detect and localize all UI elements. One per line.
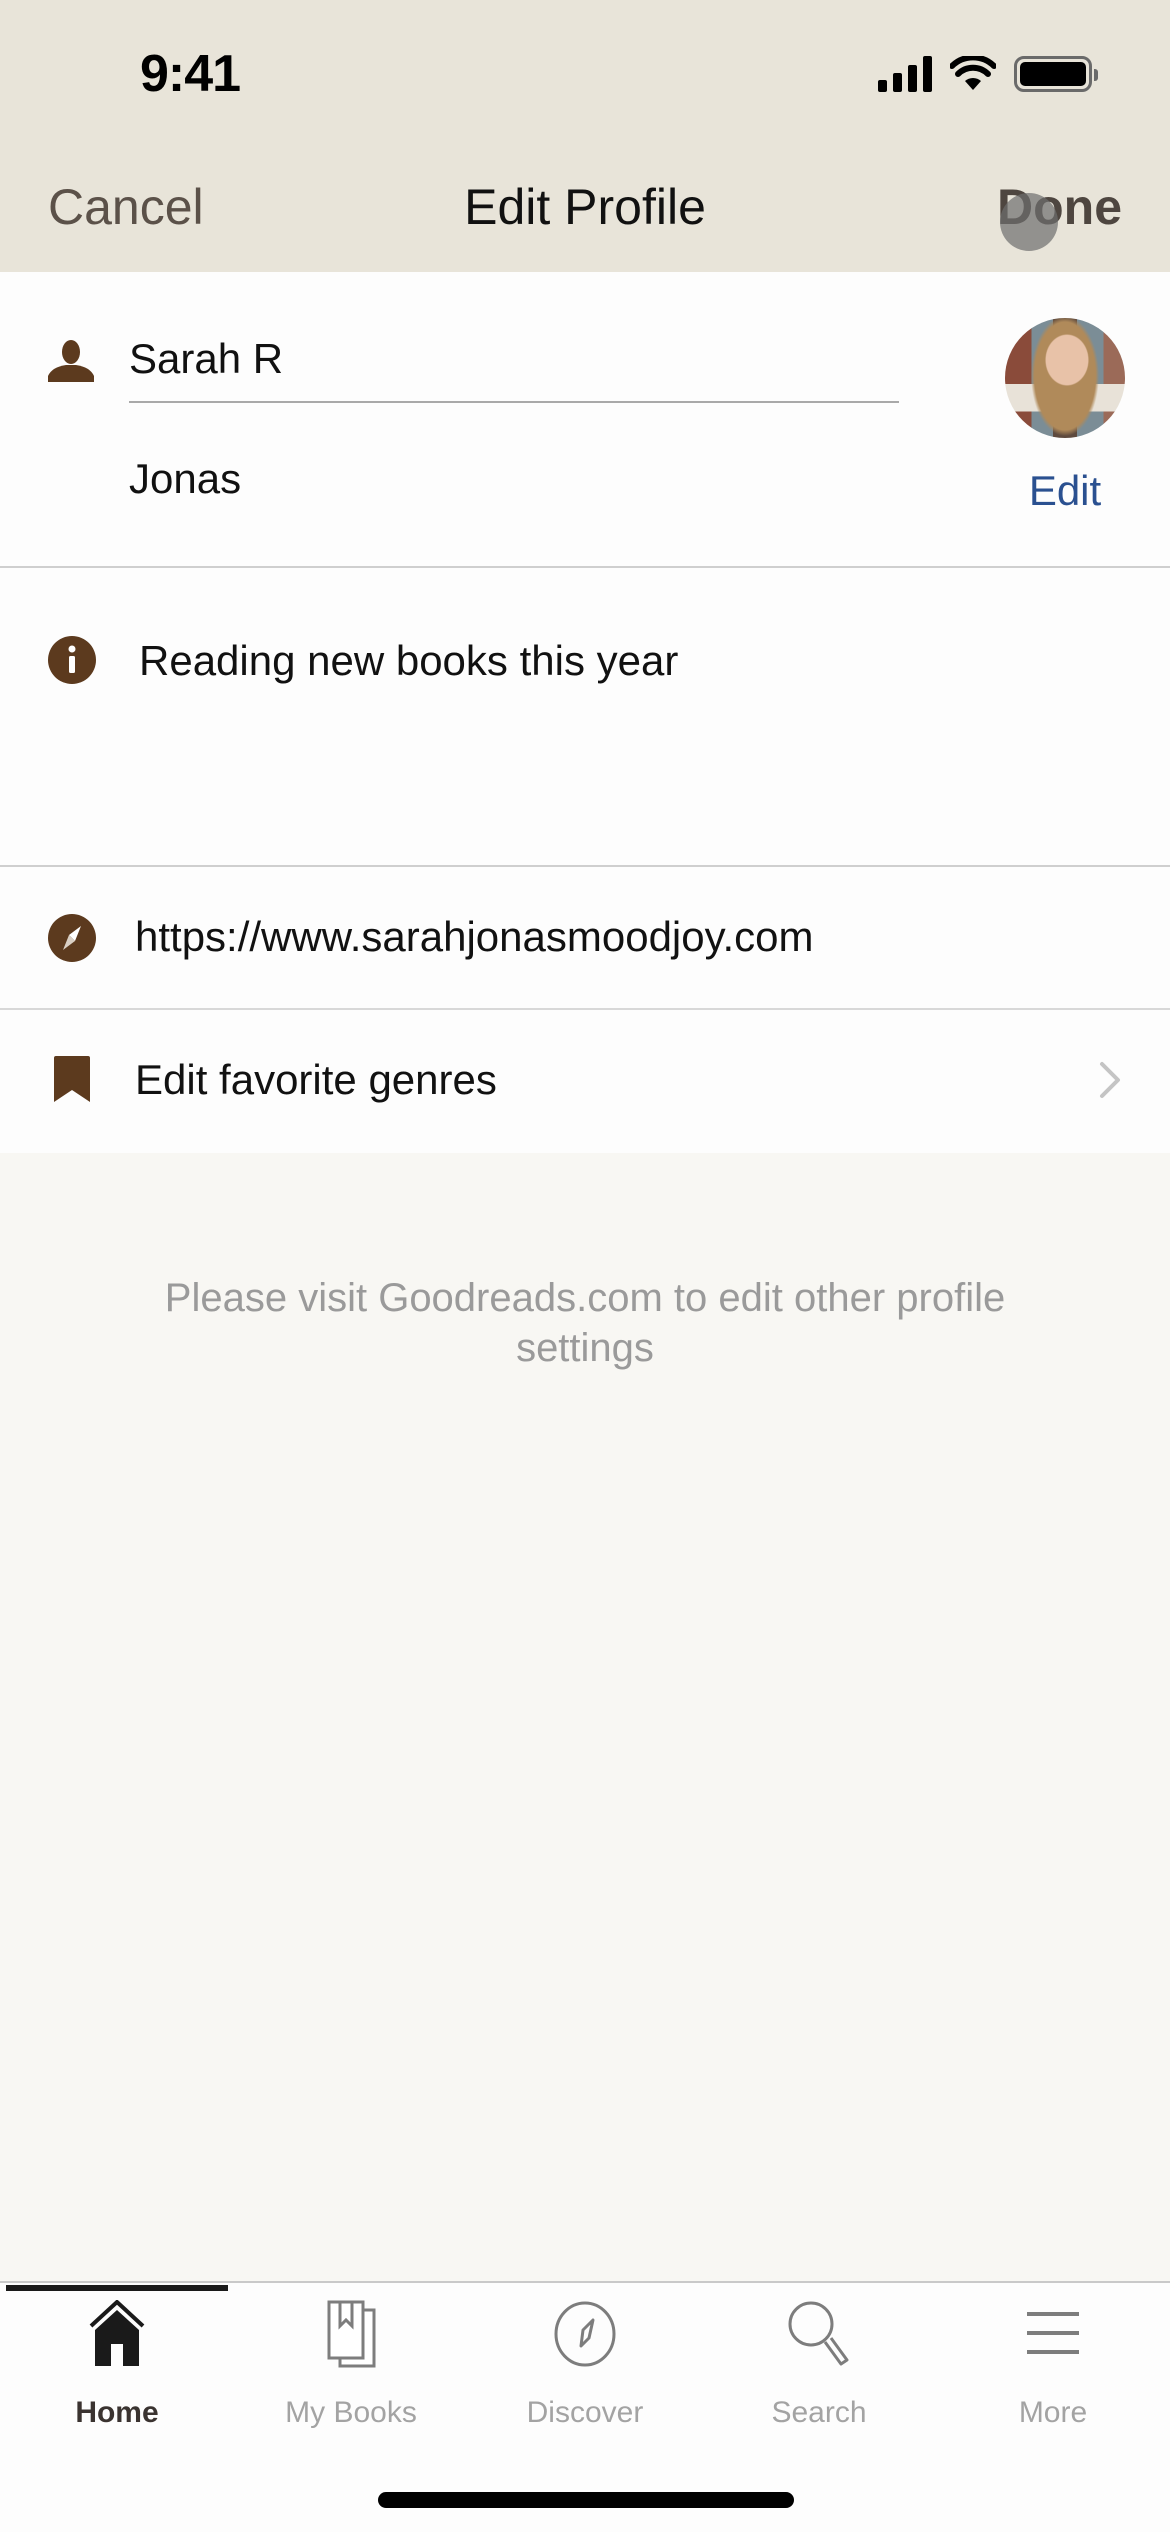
tab-search[interactable]: Search <box>702 2300 936 2430</box>
cancel-button[interactable]: Cancel <box>48 178 204 236</box>
cellular-signal-icon <box>878 56 932 92</box>
wifi-icon <box>950 56 996 90</box>
name-section <box>0 272 1170 568</box>
bio-section <box>0 568 1170 867</box>
tab-my-books-label: My Books <box>285 2396 417 2429</box>
tab-discover[interactable]: Discover <box>468 2300 702 2430</box>
chevron-right-icon <box>1100 1062 1120 1098</box>
last-name-input[interactable] <box>129 455 899 503</box>
home-indicator[interactable] <box>378 2492 794 2508</box>
first-name-underline <box>129 401 899 403</box>
tab-home-label: Home <box>75 2396 159 2429</box>
search-icon <box>788 2301 849 2366</box>
compass-icon <box>554 2301 616 2367</box>
website-input[interactable] <box>135 913 1115 961</box>
books-icon <box>327 2300 376 2368</box>
compass-icon <box>48 914 96 962</box>
tab-my-books[interactable]: My Books <box>234 2300 468 2430</box>
tab-discover-label: Discover <box>526 2396 644 2429</box>
tab-search-label: Search <box>771 2396 867 2429</box>
avatar[interactable] <box>1005 318 1125 438</box>
bio-input[interactable] <box>139 637 1119 685</box>
info-icon <box>48 636 96 684</box>
active-tab-indicator <box>6 2285 228 2291</box>
menu-icon <box>1027 2312 1079 2354</box>
settings-note: Please visit Goodreads.com to edit other… <box>164 1276 1006 1370</box>
edit-avatar-button[interactable]: Edit <box>1000 467 1130 515</box>
status-icons <box>878 56 1098 92</box>
battery-icon <box>1014 56 1098 92</box>
tab-more-label: More <box>1018 2396 1088 2429</box>
touch-indicator <box>1000 193 1058 251</box>
status-time: 9:41 <box>140 45 241 103</box>
person-icon <box>48 340 94 382</box>
edit-genres-label[interactable]: Edit favorite genres <box>135 1056 497 1104</box>
tab-more[interactable]: More <box>936 2300 1170 2430</box>
tab-home[interactable]: Home <box>0 2300 234 2430</box>
navigation-header: 9:41 Cancel Edit Profile Done <box>0 0 1170 272</box>
first-name-input[interactable] <box>129 335 899 383</box>
bookmark-icon <box>54 1056 90 1102</box>
home-icon <box>89 2300 145 2366</box>
